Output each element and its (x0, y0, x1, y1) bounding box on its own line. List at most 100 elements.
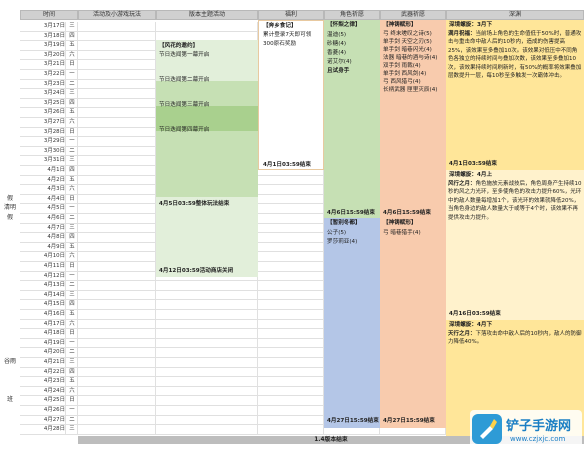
grid-cell (258, 281, 324, 291)
header-time: 时间 (20, 10, 78, 20)
grid-cell (258, 406, 324, 416)
weekday-label: 日 (69, 263, 75, 269)
grid-cell (156, 425, 258, 435)
grid-cell (78, 396, 156, 406)
weekday-label: 六 (69, 51, 75, 58)
weekday-label: 三 (69, 224, 75, 231)
grid-cell (156, 396, 258, 406)
date-label: 4月25日 (43, 397, 65, 404)
grid-cell (78, 70, 156, 80)
char-banner-1[interactable]: 【怀梨之律】 温迪(5) 砂糖(4) 香菱(4) 诺艾尔(4) 且试身手 4月6… (324, 20, 380, 218)
char-banner-2-char-1: 公子(5) (327, 230, 347, 236)
char-banner-2[interactable]: 【暂别冬都】 公子(5) 罗莎莉亚(4) 4月27日15:59结束 (324, 218, 380, 428)
date-label: 3月28日 (43, 128, 65, 135)
grid-cell (78, 242, 156, 253)
grid-cell (258, 358, 324, 368)
shovel-logo-icon (472, 414, 502, 444)
grid-cell (156, 329, 258, 339)
grid-cell (258, 338, 324, 349)
welfare-block[interactable]: 【奔乡食记】 累计登录7天即可领 300原石奖励 4月1日03:59结束 (258, 20, 324, 170)
grid-cell (78, 310, 156, 320)
grid-cell (258, 214, 324, 224)
date-label: 4月26日 (43, 407, 65, 413)
weapon-banner-1-end: 4月6日15:59结束 (383, 210, 431, 216)
date-label: 4月3日 (47, 186, 65, 193)
holiday-label: 清明 (3, 204, 16, 212)
weekday-label: 二 (69, 147, 75, 154)
grid-cell (78, 185, 156, 195)
grid-cell (258, 233, 324, 243)
grid-cell (258, 425, 324, 435)
grid-cell (156, 377, 258, 387)
grid-cell (258, 185, 324, 195)
date-label: 4月19日 (43, 339, 65, 346)
weekday-label: 日 (69, 330, 75, 337)
grid-cell (156, 281, 258, 291)
weekday-label: 五 (69, 109, 75, 116)
grid-cell (258, 310, 324, 320)
weapon-banner-1[interactable]: 【神铸赋形】 弓 终末嗟叹之诗(5) 单手剑 天空之刃(5) 单手剑 暗巷闪光(… (380, 20, 446, 218)
date-label: 4月20日 (43, 349, 65, 356)
weekday-label: 一 (69, 71, 75, 77)
char-banner-1-char-4: 诺艾尔(4) (327, 59, 352, 65)
date-label: 4月7日 (47, 224, 65, 231)
theme-event-act-3: 节日迭闻第三幕开启 (159, 102, 210, 108)
abyss-2-end: 4月16日03:59结束 (449, 311, 501, 317)
grid-cell (78, 79, 156, 90)
grid-cell (258, 175, 324, 186)
date-label: 4月27日 (43, 416, 65, 423)
weekday-label: 三 (69, 23, 75, 29)
date-label: 3月23日 (43, 80, 65, 87)
abyss-3-name: 天行之月： (448, 331, 476, 337)
theme-event-end-shop: 4月12日03:59活动商店关闭 (159, 268, 234, 274)
grid-cell (258, 348, 324, 358)
abyss-block-april-early[interactable]: 深境螺旋：4月上 风行之月：角色施放元素战技后，角色周身产生持续10秒的风之力光… (446, 170, 584, 320)
grid-cell (78, 22, 156, 32)
grid-cell (78, 367, 156, 378)
grid-cell (78, 156, 156, 166)
weekday-label: 一 (69, 138, 75, 145)
watermark: 铲子手游网 www.czjxjc.com (470, 410, 582, 452)
weekday-label: 三 (69, 359, 75, 365)
grid-cell (258, 415, 324, 426)
grid-cell (258, 194, 324, 205)
date-label: 4月9日 (47, 243, 65, 250)
date-label: 3月18日 (43, 32, 65, 39)
grid-cell (78, 262, 156, 272)
theme-event-act-2: 节日迭闻第二幕开启 (159, 77, 210, 83)
weekday-label: 四 (69, 167, 75, 173)
weekday-label: 四 (69, 301, 75, 308)
date-label: 3月30日 (43, 147, 65, 154)
header-char-banner: 角色祈愿 (324, 10, 380, 20)
abyss-block-march-late[interactable]: 深境螺旋：3月下 满月祝福：当前场上角色的生命值低于50%时，普通攻击与重击命中… (446, 20, 584, 170)
weekday-label: 三 (69, 157, 75, 164)
grid-cell (78, 358, 156, 368)
header-theme-event: 版本主题活动 (156, 10, 258, 20)
weekday-label: 二 (69, 416, 75, 423)
grid-cell (258, 300, 324, 310)
date-label: 4月13日 (43, 282, 65, 289)
weekday-label: 六 (69, 186, 75, 193)
weekday-label: 二 (69, 80, 75, 87)
header-minigames: 活动及小游戏玩法 (78, 10, 156, 20)
theme-event-block[interactable]: 【风花的邀约】 节日迭闻第一幕开启 节日迭闻第二幕开启 节日迭闻第三幕开启 节日… (156, 40, 258, 277)
weekday-label: 四 (69, 32, 75, 39)
weekday-label: 二 (69, 282, 75, 289)
welfare-line-1: 累计登录7天即可领 (263, 32, 312, 38)
theme-event-act-1: 节日迭闻第一幕开启 (159, 52, 210, 58)
grid-cell (78, 108, 156, 118)
weekday-label: 四 (69, 368, 75, 375)
watermark-url: www.czjxjc.com (510, 435, 566, 443)
grid-cell (78, 50, 156, 61)
abyss-1-end: 4月1日03:59结束 (449, 161, 497, 167)
weapon-banner-2[interactable]: 【神铸赋形】 弓 暗巷猎手(4) 4月27日15:59结束 (380, 218, 446, 428)
date-label: 4月24日 (43, 387, 65, 394)
char-banner-1-bold: 且试身手 (327, 68, 350, 74)
grid-cell (78, 233, 156, 243)
grid-cell (156, 406, 258, 416)
date-label: 3月21日 (43, 61, 65, 68)
abyss-2-name: 风行之月： (448, 181, 476, 187)
date-label: 3月22日 (43, 71, 65, 77)
theme-event-title: 【风花的邀约】 (159, 43, 199, 49)
weekday-label: 一 (69, 339, 75, 346)
